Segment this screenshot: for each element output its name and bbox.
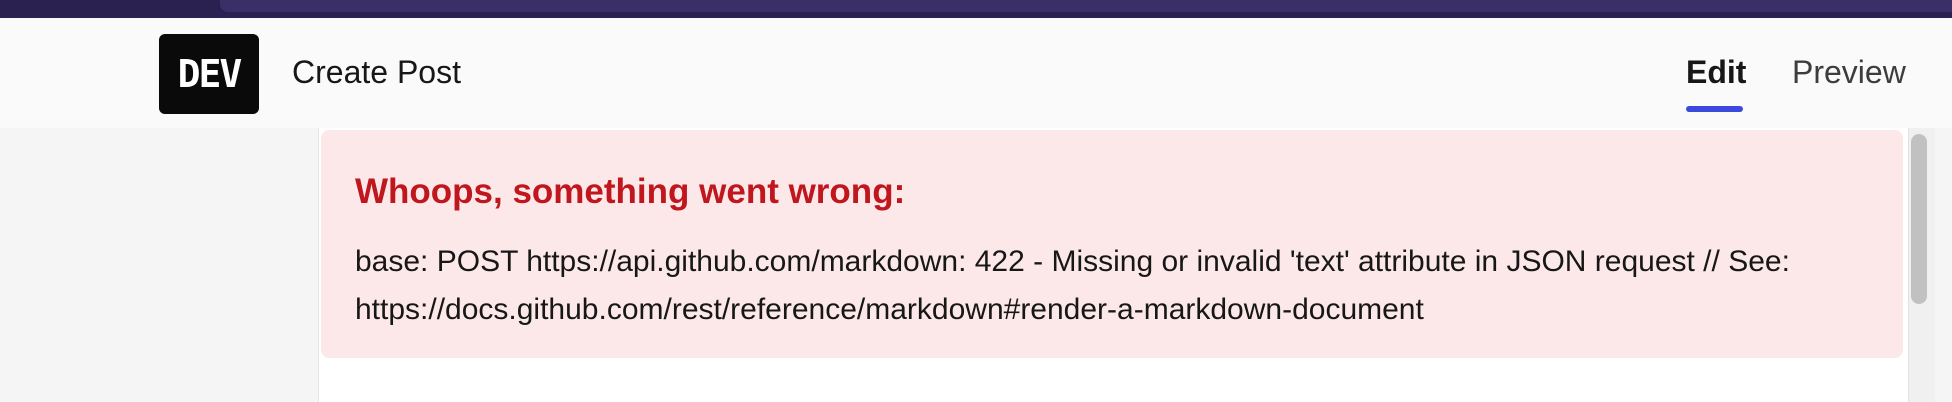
scrollbar-thumb[interactable] [1911,134,1927,304]
error-alert: Whoops, something went wrong: base: POST… [321,130,1903,358]
tab-preview[interactable]: Preview [1792,54,1906,91]
error-title: Whoops, something went wrong: [355,172,906,211]
tab-edit[interactable]: Edit [1686,54,1746,91]
browser-top-bar-inner [220,0,1952,12]
browser-top-bar [0,0,1952,18]
dev-logo[interactable]: DEV [159,34,259,114]
error-message: base: POST https://api.github.com/markdo… [355,245,1790,326]
editor-header: DEV Create Post Edit Preview [0,18,1952,128]
editor-content-area: Whoops, something went wrong: base: POST… [318,128,1909,402]
page-title: Create Post [292,54,461,90]
active-tab-indicator [1686,106,1743,112]
